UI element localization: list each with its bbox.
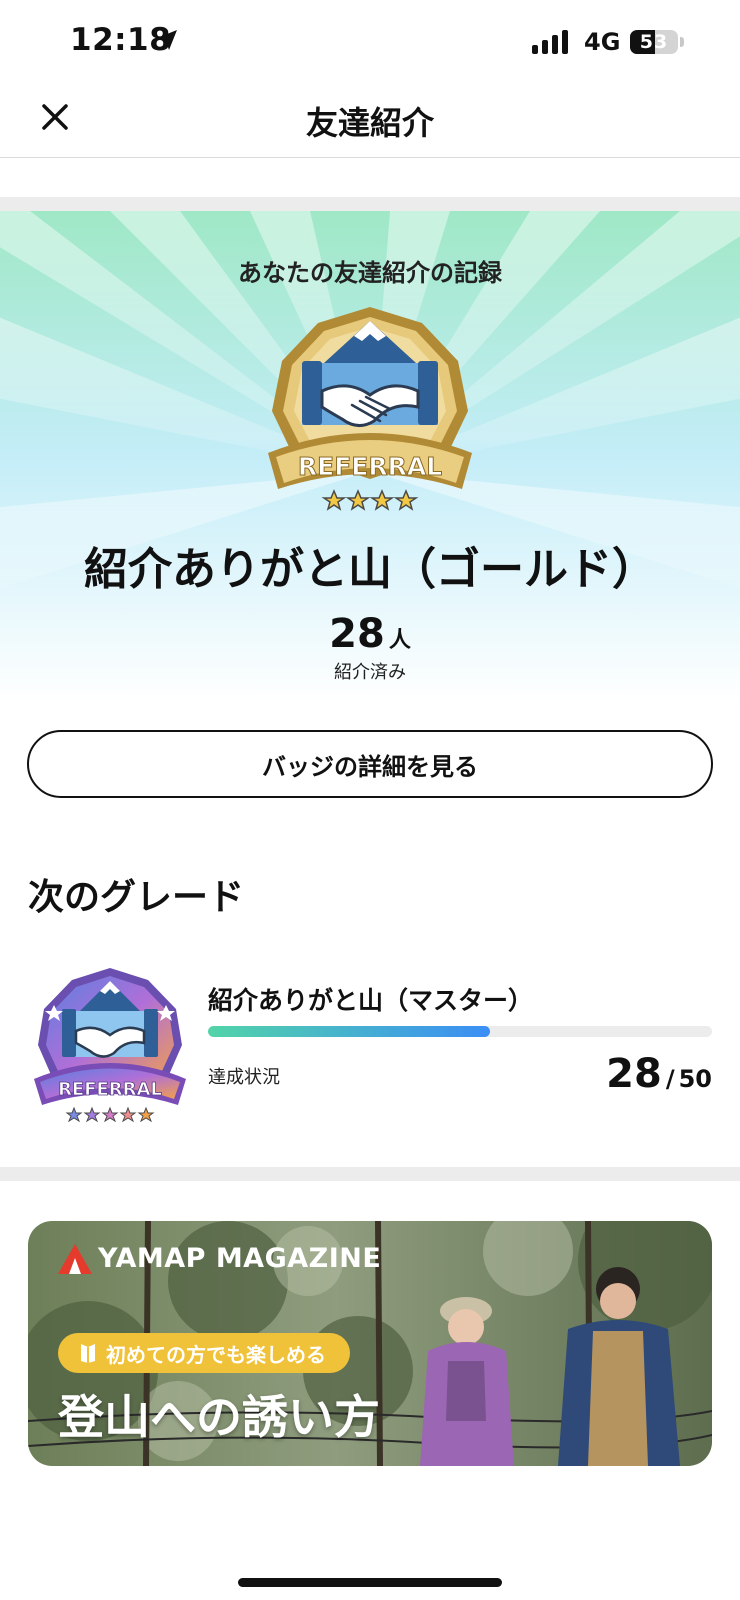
network-type: 4G xyxy=(584,28,621,56)
section-divider xyxy=(0,1167,740,1181)
grade-progress-fill xyxy=(208,1026,491,1037)
magazine-article-banner[interactable]: YAMAP MAGAZINE 初めての方でも楽しめる 登山への誘い方 xyxy=(28,1221,712,1466)
progress-label: 達成状況 xyxy=(208,1067,280,1088)
current-grade-title: 紹介ありがと山（ゴールド） xyxy=(84,544,656,595)
battery-level: 53 xyxy=(639,31,669,53)
banner-tag-label: 初めての方でも楽しめる xyxy=(106,1342,326,1367)
battery-icon: 53 xyxy=(630,30,678,54)
next-badge-label: REFERRAL xyxy=(58,1079,162,1100)
grade-progress-bar xyxy=(208,1026,712,1037)
cellular-signal-icon xyxy=(532,28,568,54)
referral-master-badge-icon: REFERRAL xyxy=(34,968,186,1123)
yamap-logo-icon xyxy=(58,1243,92,1274)
yamap-magazine-brand: YAMAP MAGAZINE xyxy=(58,1243,381,1274)
next-grade-card: REFERRAL 紹介ありがと山（マスター） 達成状況 28/50 xyxy=(0,955,740,1125)
hero-subtitle: あなたの友達紹介の記録 xyxy=(238,259,502,287)
banner-tag: 初めての方でも楽しめる xyxy=(58,1333,350,1373)
badge-details-button[interactable]: バッジの詳細を見る xyxy=(27,730,713,798)
location-arrow-icon xyxy=(157,30,177,50)
next-grade-name: 紹介ありがと山（マスター） xyxy=(208,986,534,1015)
referral-count-caption: 紹介済み xyxy=(334,662,406,683)
referral-gold-badge-icon: REFERRAL xyxy=(268,307,472,511)
progress-total: 50 xyxy=(678,1065,712,1093)
battery-tip xyxy=(680,37,684,47)
book-icon xyxy=(81,1344,95,1363)
progress-current: 28 xyxy=(606,1051,662,1097)
badge-label: REFERRAL xyxy=(298,452,442,481)
referral-count-number: 28 xyxy=(329,611,385,657)
home-indicator[interactable] xyxy=(238,1578,502,1587)
progress-value: 28/50 xyxy=(606,1051,712,1097)
referral-record-hero: あなたの友達紹介の記録 REFERRAL 紹介ありがと山（ゴールド） 28 人 紹… xyxy=(0,211,740,701)
banner-title: 登山への誘い方 xyxy=(58,1390,380,1444)
navigation-bar: 友達紹介 xyxy=(0,82,740,158)
next-grade-heading: 次のグレード xyxy=(28,877,245,918)
section-divider xyxy=(0,197,740,211)
status-bar: 12:18 4G 53 xyxy=(0,0,740,82)
brand-name: YAMAP MAGAZINE xyxy=(98,1243,382,1274)
page-title: 友達紹介 xyxy=(305,104,434,142)
referral-count-unit: 人 xyxy=(388,628,411,653)
referral-count: 28 人 xyxy=(0,611,740,657)
progress-separator: / xyxy=(665,1065,675,1093)
